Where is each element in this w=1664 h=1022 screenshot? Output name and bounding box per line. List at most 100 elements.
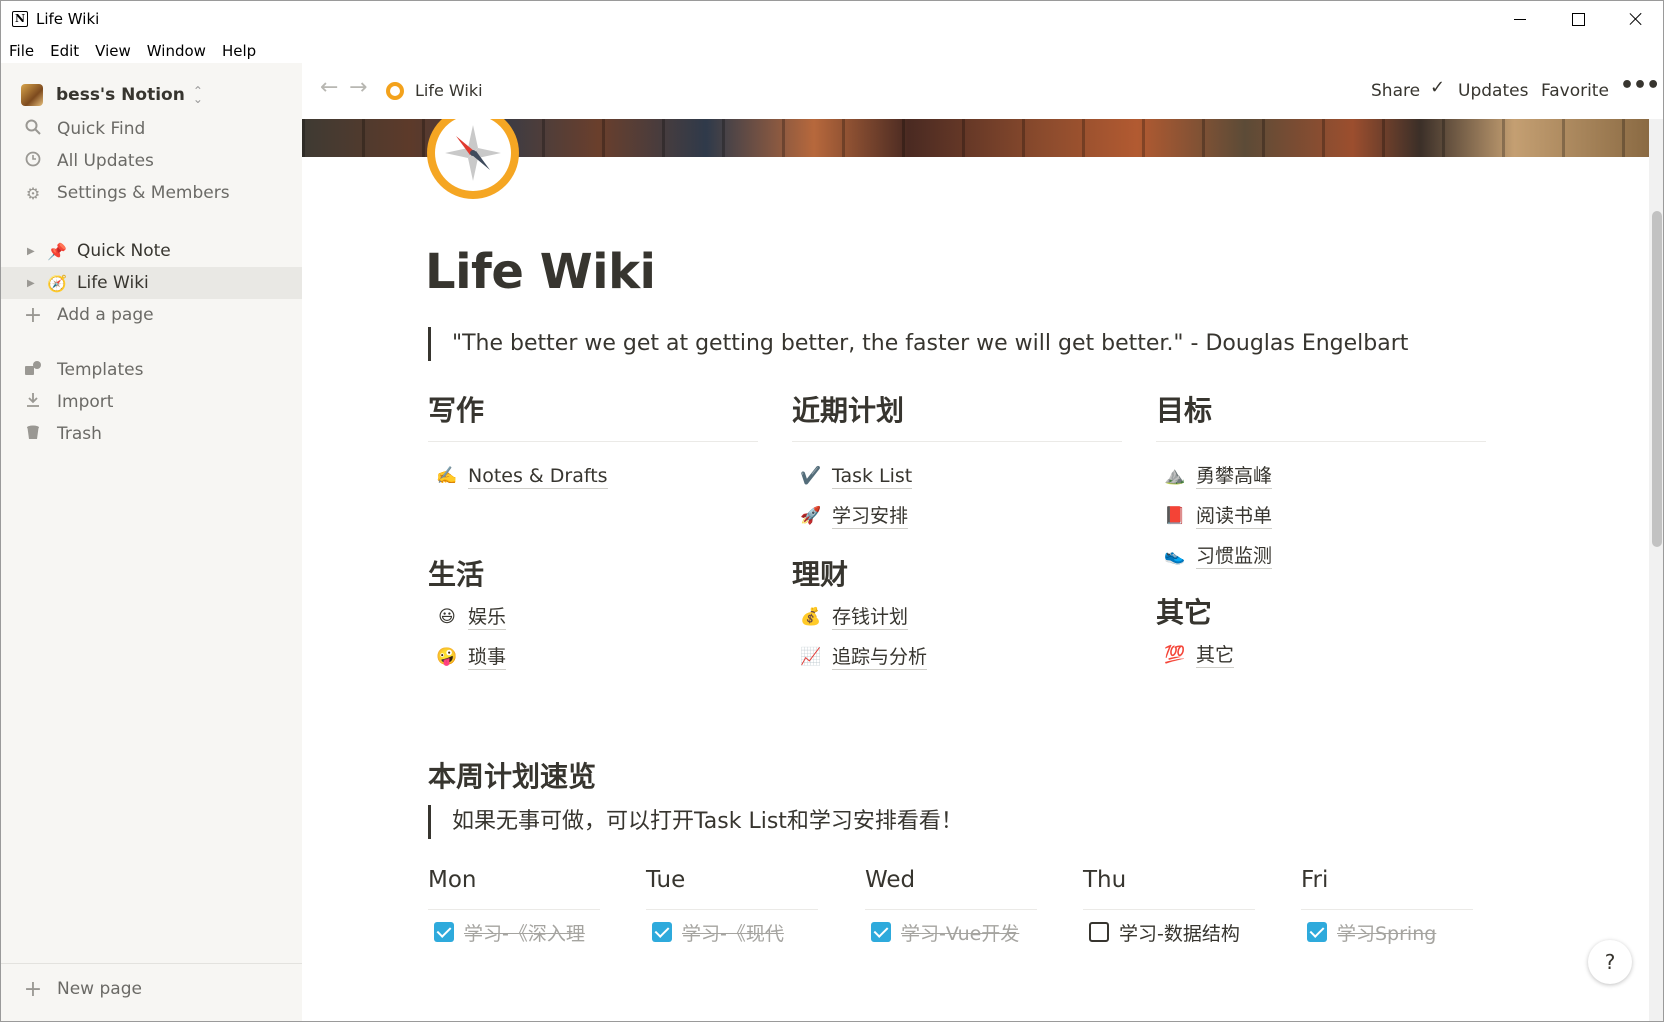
page-link[interactable]: 💯 其它 <box>1156 635 1486 675</box>
plus-icon: + <box>23 302 43 328</box>
sidebar-page-life-wiki[interactable]: ▶ 🧭 Life Wiki <box>1 267 302 299</box>
day-column-mon: Mon 学习-《深入理 <box>428 867 600 945</box>
section-heading[interactable]: 生活 <box>428 553 758 597</box>
divider <box>1083 909 1255 910</box>
menu-edit[interactable]: Edit <box>42 39 87 63</box>
compass-icon[interactable] <box>425 119 521 201</box>
sidebar-new-page[interactable]: + New page <box>1 973 302 1005</box>
gear-icon: ⚙ <box>25 183 41 203</box>
section-goals: 目标 ⛰️ 勇攀高峰 📕 阅读书单 👟 习惯监测 <box>1156 389 1486 576</box>
task-item[interactable]: 学习-Vue开发 <box>871 919 1071 949</box>
sidebar-all-updates[interactable]: All Updates <box>1 145 302 177</box>
sidebar-item-label: Add a page <box>57 305 154 325</box>
page-link[interactable]: ⛰️ 勇攀高峰 <box>1156 456 1486 496</box>
day-heading[interactable]: Fri <box>1301 867 1473 903</box>
rocket-icon: 🚀 <box>800 506 822 526</box>
page-link[interactable]: 🚀 学习安排 <box>792 496 1122 536</box>
sidebar-quick-find[interactable]: Quick Find <box>1 113 302 145</box>
section-heading[interactable]: 理财 <box>792 553 1122 597</box>
share-button[interactable]: Share <box>1371 81 1420 101</box>
divider <box>792 441 1122 442</box>
sidebar-item-label: Life Wiki <box>77 273 149 293</box>
trash-icon <box>23 424 43 444</box>
section-heading[interactable]: 目标 <box>1156 389 1486 433</box>
sidebar-item-label: Import <box>57 392 114 412</box>
forward-arrow-icon[interactable]: → <box>349 75 367 100</box>
day-heading[interactable]: Mon <box>428 867 600 903</box>
task-item[interactable]: 学习-《现代 <box>652 919 852 949</box>
import-icon <box>23 392 43 412</box>
page-link[interactable]: 👟 习惯监测 <box>1156 536 1486 576</box>
task-checkbox[interactable] <box>434 922 454 942</box>
day-heading[interactable]: Wed <box>865 867 1037 903</box>
chart-increasing-icon: 📈 <box>800 647 822 667</box>
task-checkbox[interactable] <box>1307 922 1327 942</box>
breadcrumb[interactable]: Life Wiki <box>415 81 483 100</box>
scrollbar-thumb[interactable] <box>1652 211 1662 547</box>
expand-caret-icon[interactable]: ▶ <box>27 278 39 289</box>
hundred-points-icon: 💯 <box>1164 645 1186 665</box>
day-column-fri: Fri 学习Spring <box>1301 867 1473 945</box>
notion-window: N Life Wiki File Edit View Window Help b… <box>0 0 1664 1022</box>
menu-view[interactable]: View <box>87 39 139 63</box>
maximize-button[interactable] <box>1549 1 1607 37</box>
back-arrow-icon[interactable]: ← <box>320 75 338 100</box>
sidebar-trash[interactable]: Trash <box>1 418 302 450</box>
more-options-button[interactable]: ••• <box>1620 73 1660 98</box>
sidebar: bess's Notion ⌃ ⌄ Quick Find All Updates … <box>1 63 302 1021</box>
sidebar-add-page[interactable]: + Add a page <box>1 299 302 331</box>
help-button[interactable]: ? <box>1588 940 1632 984</box>
sidebar-settings-members[interactable]: ⚙ Settings & Members <box>1 177 302 209</box>
money-bag-icon: 💰 <box>800 607 822 627</box>
check-mark-icon: ✔️ <box>800 466 822 486</box>
favorite-button[interactable]: Favorite <box>1541 81 1609 101</box>
page-link[interactable]: 😃 娱乐 <box>428 597 758 637</box>
quote-block[interactable]: "The better we get at getting better, th… <box>428 327 1408 361</box>
page-link[interactable]: 📈 追踪与分析 <box>792 637 1122 677</box>
search-icon <box>23 119 43 139</box>
section-heading[interactable]: 其它 <box>1156 591 1486 635</box>
window-title: Life Wiki <box>36 10 100 28</box>
workspace-avatar <box>21 84 43 106</box>
task-item[interactable]: 学习-《深入理 <box>434 919 634 949</box>
task-checkbox[interactable] <box>652 922 672 942</box>
workspace-switcher[interactable]: bess's Notion ⌃ ⌄ <box>21 81 203 109</box>
section-heading[interactable]: 写作 <box>428 389 758 433</box>
menu-window[interactable]: Window <box>139 39 214 63</box>
sidebar-page-quick-note[interactable]: ▶ 📌 Quick Note <box>1 235 302 267</box>
task-item[interactable]: 学习-数据结构 <box>1089 919 1289 949</box>
sidebar-import[interactable]: Import <box>1 386 302 418</box>
menu-help[interactable]: Help <box>214 39 264 63</box>
section-heading[interactable]: 近期计划 <box>792 389 1122 433</box>
day-heading[interactable]: Tue <box>646 867 818 903</box>
sidebar-divider <box>1 963 302 964</box>
sidebar-item-label: Templates <box>57 360 144 380</box>
day-heading[interactable]: Thu <box>1083 867 1255 903</box>
minimize-button[interactable] <box>1491 1 1549 37</box>
sidebar-item-label: New page <box>57 979 142 999</box>
page-content: Life Wiki "The better we get at getting … <box>302 119 1649 1021</box>
page-link[interactable]: 📕 阅读书单 <box>1156 496 1486 536</box>
page-link-label: 存钱计划 <box>832 605 909 630</box>
close-button[interactable] <box>1607 1 1663 37</box>
page-link[interactable]: ✍️ Notes & Drafts <box>428 456 758 496</box>
sidebar-item-label: All Updates <box>57 151 154 171</box>
menu-file[interactable]: File <box>1 39 42 63</box>
divider <box>646 909 818 910</box>
week-overview-heading[interactable]: 本周计划速览 <box>428 755 596 795</box>
page-title[interactable]: Life Wiki <box>425 244 656 300</box>
task-checkbox[interactable] <box>871 922 891 942</box>
task-checkbox[interactable] <box>1089 922 1109 942</box>
task-item[interactable]: 学习Spring <box>1307 919 1507 949</box>
task-label: 学习-《深入理 <box>464 923 585 945</box>
sidebar-templates[interactable]: Templates <box>1 354 302 386</box>
expand-caret-icon[interactable]: ▶ <box>27 246 39 257</box>
page-link[interactable]: 💰 存钱计划 <box>792 597 1122 637</box>
quote-block[interactable]: 如果无事可做，可以打开Task List和学习安排看看！ <box>428 805 963 839</box>
page-link[interactable]: ✔️ Task List <box>792 456 1122 496</box>
page-link-label: 学习安排 <box>832 504 909 529</box>
page-link[interactable]: 🤪 琐事 <box>428 637 758 677</box>
divider <box>1301 909 1473 910</box>
updates-button[interactable]: Updates <box>1458 81 1528 101</box>
vertical-scrollbar[interactable] <box>1649 119 1663 1021</box>
